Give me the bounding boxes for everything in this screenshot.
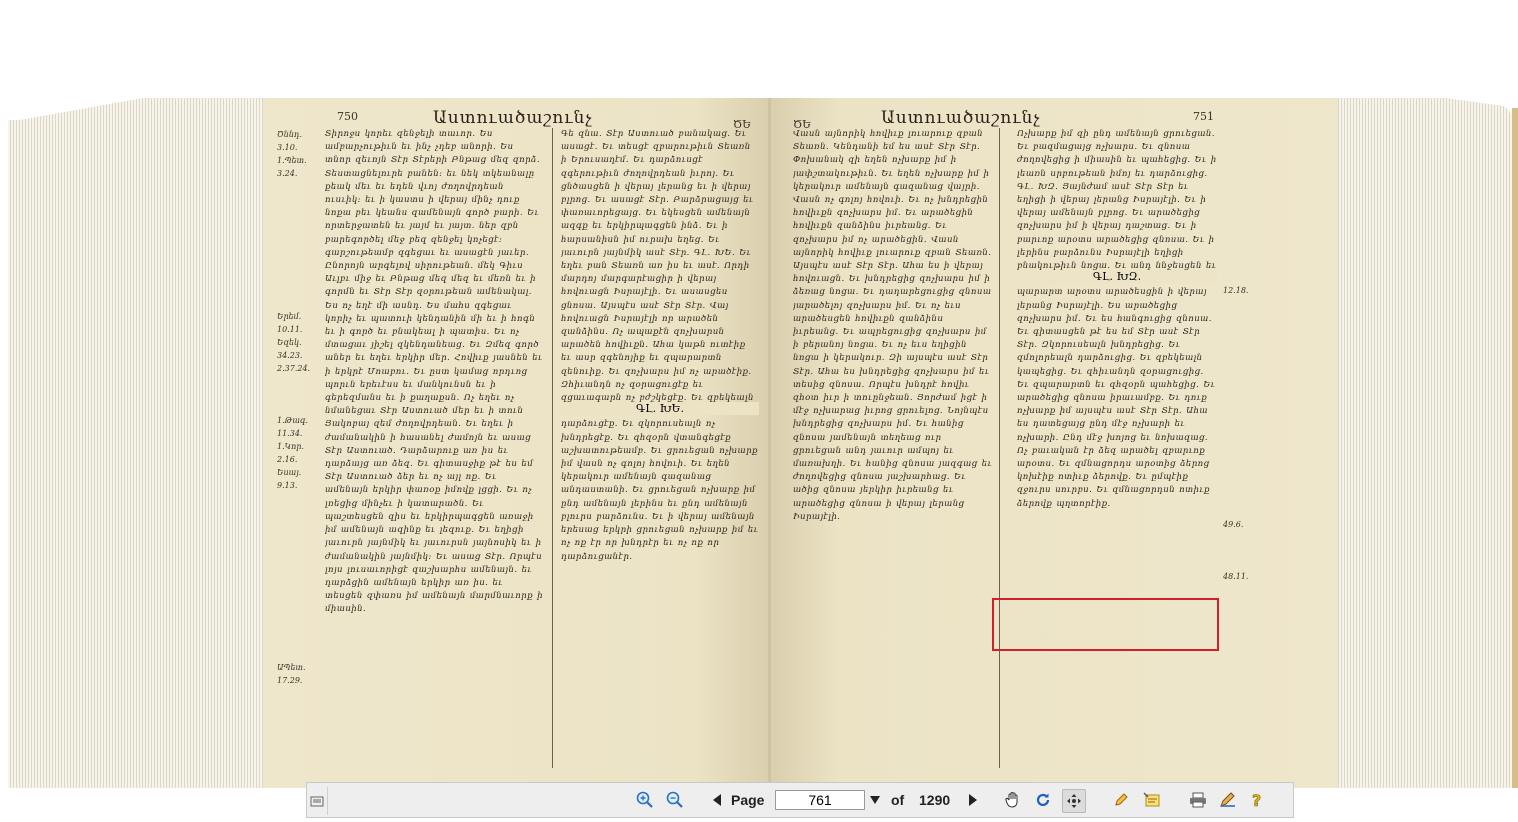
right-column-2: Ոչխարք իմ զի ընդ ամենայն ցրուեցան. Եւ բա… — [1017, 128, 1217, 768]
left-margin-references: Ծննդ. 3.10. 1.Պետ. 3.24. Երեմ. 10.11. Եզ… — [277, 130, 311, 685]
left-column-1: Տիրոջս կորեւ զենջելի տաւոր. Ես ամբարչութ… — [325, 129, 543, 615]
column-divider-right — [999, 128, 1000, 768]
right-margin-references: 12.18. 49.6. 48.11. — [1223, 286, 1249, 581]
book-viewer[interactable]: 750 Աստուածաշունչ ԾԵ Ծննդ. 3.10. 1.Պետ. … — [8, 98, 1518, 788]
right-column-1: Վասն այնորիկ հովիւք լուարուք զբան Տեառն.… — [793, 129, 993, 522]
left-page-number: 750 — [337, 110, 358, 123]
right-page-stack — [1336, 98, 1518, 788]
right-column-2-text: Ոչխարք իմ զի ընդ ամենայն ցրուեցան. Եւ բա… — [1017, 129, 1217, 509]
book-cover-edge — [1512, 108, 1518, 788]
svg-text:?: ? — [1252, 791, 1261, 809]
print-icon[interactable] — [1187, 790, 1209, 810]
right-page-number: 751 — [1193, 110, 1214, 123]
right-chapter-heading: ԳԼ. ԽԶ. — [1017, 270, 1217, 283]
toolbar-separator — [327, 787, 328, 815]
right-running-head: Աստուածաշունչ — [881, 108, 1041, 128]
page-number-input[interactable] — [775, 790, 865, 810]
edit-settings-icon[interactable] — [1217, 790, 1239, 810]
sticky-note-icon[interactable] — [1141, 790, 1163, 810]
right-page[interactable]: ԾԵ Աստուածաշունչ 751 Վասն այնորիկ հովիւք… — [771, 98, 1338, 788]
left-chapter-heading: ԳԼ. ԽԵ. — [561, 402, 759, 415]
column-divider — [552, 128, 553, 768]
left-page[interactable]: 750 Աստուածաշունչ ԾԵ Ծննդ. 3.10. 1.Պետ. … — [263, 98, 771, 788]
help-icon[interactable]: ? — [1247, 790, 1267, 810]
viewer-toolbar: Page of 1290 ? — [306, 782, 1294, 818]
left-running-head: Աստուածաշունչ — [433, 108, 593, 128]
page-label: Page — [731, 792, 765, 808]
highlighter-pen-icon[interactable] — [1111, 790, 1131, 810]
next-page-button[interactable] — [965, 790, 981, 810]
toolbar-menu-icon[interactable] — [309, 793, 325, 809]
left-column-2-text: Գե զնա. Տէր Աստուած բանակաց. Եւ ասացէ. Ե… — [561, 129, 759, 562]
hand-pan-tool-icon[interactable] — [1003, 790, 1023, 810]
zoom-out-icon[interactable] — [665, 790, 685, 810]
total-pages: 1290 — [919, 792, 951, 808]
left-page-stack — [8, 98, 270, 788]
rotate-refresh-icon[interactable] — [1033, 790, 1053, 810]
previous-page-button[interactable] — [709, 790, 725, 810]
page-dropdown-chevron-icon[interactable] — [868, 790, 882, 810]
zoom-in-icon[interactable] — [635, 790, 655, 810]
move-tool-icon[interactable] — [1062, 789, 1086, 813]
of-label: of — [891, 792, 905, 808]
left-column-2: Գե զնա. Տէր Աստուած բանակաց. Եւ ասացէ. Ե… — [561, 128, 759, 768]
